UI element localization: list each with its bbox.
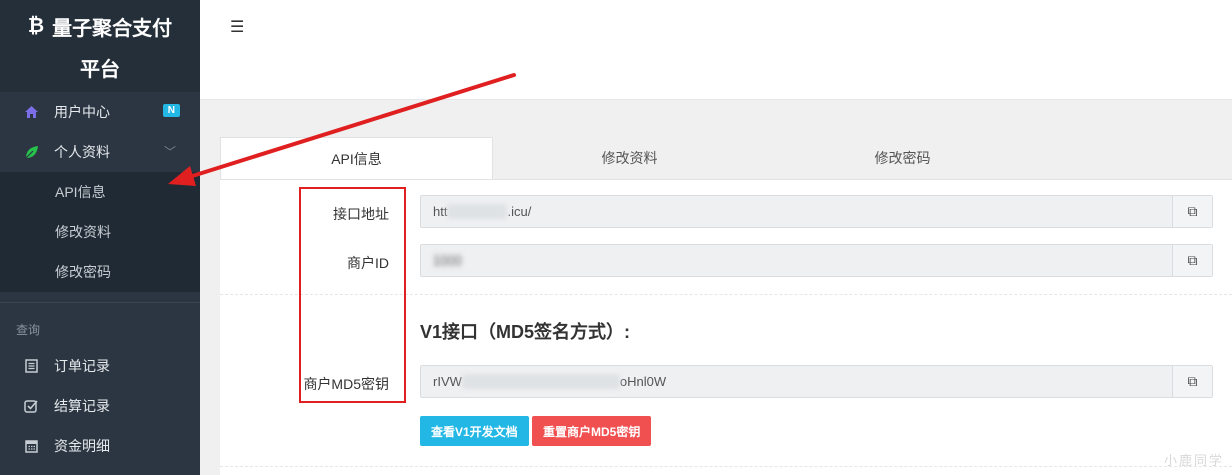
copy-icon[interactable]: ⧉ (1172, 366, 1212, 397)
tab-api-info[interactable]: API信息 (220, 137, 493, 179)
tab-change-password[interactable]: 修改密码 (766, 137, 1039, 179)
sidebar-subitem-edit-profile[interactable]: 修改资料 (0, 212, 200, 252)
sidebar-item-orders[interactable]: 订单记录 (0, 346, 200, 386)
sidebar-subitem-change-password[interactable]: 修改密码 (0, 252, 200, 292)
check-square-icon (22, 399, 40, 413)
md5-key-prefix: rIVW (433, 374, 462, 389)
copy-icon[interactable]: ⧉ (1172, 196, 1212, 227)
md5-key-suffix: oHnl0W (619, 374, 667, 389)
merchant-id-value: 1000 (433, 253, 462, 268)
home-icon (22, 105, 40, 119)
top-header: ☰ (200, 0, 1232, 100)
view-v1-docs-button[interactable]: 查看V1开发文档 (420, 416, 529, 446)
brand: ₿ 量子聚合支付 平台 (0, 0, 200, 92)
new-badge: N (162, 104, 180, 117)
section-divider (220, 466, 1232, 467)
sidebar-subitem-api-info[interactable]: API信息 (0, 172, 200, 212)
tab-bar: API信息 修改资料 修改密码 (220, 137, 1232, 179)
sidebar-item-label: 用户中心 (54, 104, 110, 120)
menu-toggle-icon[interactable]: ☰ (230, 17, 244, 37)
sidebar-item-label: 资金明细 (54, 438, 110, 454)
list-icon (22, 359, 40, 373)
api-address-prefix: htt (433, 204, 448, 219)
sidebar-item-settlements[interactable]: 结算记录 (0, 386, 200, 426)
brand-title: 量子聚合支付 (52, 18, 173, 40)
tab-edit-profile[interactable]: 修改资料 (493, 137, 766, 179)
merchant-id-field[interactable]: 1000 ⧉ (420, 244, 1213, 277)
sidebar-item-user-center[interactable]: 用户中心 N (0, 92, 200, 132)
profile-submenu: API信息 修改资料 修改密码 (0, 172, 200, 292)
brand-subtitle: 平台 (80, 59, 120, 81)
api-address-field[interactable]: httxxxxxxxx.icu/ ⧉ (420, 195, 1213, 228)
sidebar-section-query: 查询 (16, 323, 41, 337)
calendar-icon (22, 439, 40, 453)
bitcoin-logo-icon: ₿ (27, 15, 45, 37)
api-address-suffix: .icu/ (507, 204, 532, 219)
leaf-icon (22, 145, 40, 159)
annotation-highlight-box (299, 187, 406, 403)
sidebar-item-label: 结算记录 (54, 398, 110, 414)
v1-section-title: V1接口（MD5签名方式）: (420, 322, 631, 342)
redacted-block: xxxxxxxx (447, 204, 508, 219)
sidebar-item-profile[interactable]: 个人资料 ﹀ (0, 132, 200, 172)
sidebar: ₿ 量子聚合支付 平台 用户中心 N 个人资料 ﹀ API信息 修改资料 修改密… (0, 0, 200, 475)
md5-key-field[interactable]: rIVWxxxxxxxxxxxxxxxxoHnl0W ⧉ (420, 365, 1213, 398)
chevron-down-icon: ﹀ (163, 145, 176, 159)
reset-md5-key-button[interactable]: 重置商户MD5密钥 (532, 416, 652, 446)
sidebar-item-label: 个人资料 (54, 144, 110, 160)
redacted-block: xxxxxxxxxxxxxxxx (461, 374, 620, 389)
watermark: 小鹿同学 (1163, 453, 1224, 468)
sidebar-item-label: 订单记录 (54, 358, 110, 374)
copy-icon[interactable]: ⧉ (1172, 245, 1212, 276)
sidebar-item-funds[interactable]: 资金明细 (0, 426, 200, 466)
